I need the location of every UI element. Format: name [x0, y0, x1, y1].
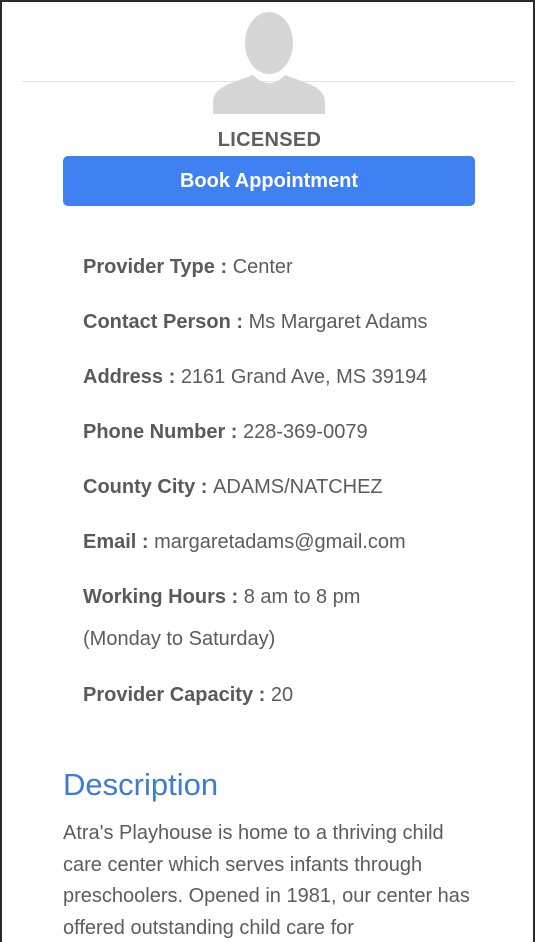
- detail-label: County City: [83, 476, 196, 498]
- detail-value: 2161 Grand Ave, MS 39194: [180, 366, 428, 388]
- detail-provider-type: Provider Type : Center: [83, 256, 293, 279]
- detail-label: Provider Type: [83, 256, 215, 278]
- detail-separator: :: [195, 476, 213, 498]
- provider-profile-card: LICENSED Book Appointment Provider Type …: [0, 0, 535, 942]
- phone-link[interactable]: 228-369-0079: [243, 421, 368, 443]
- detail-separator: :: [214, 256, 233, 278]
- detail-separator: :: [225, 586, 244, 608]
- detail-label: Email: [83, 531, 137, 553]
- detail-separator: :: [225, 421, 244, 443]
- user-avatar-icon: [213, 12, 325, 114]
- detail-separator: :: [253, 684, 271, 706]
- detail-label: Contact Person: [83, 311, 231, 333]
- detail-label: Phone Number: [83, 421, 226, 443]
- detail-provider-capacity: Provider Capacity : 20: [83, 684, 293, 707]
- detail-value: ADAMS/NATCHEZ: [213, 476, 383, 498]
- detail-phone-number: Phone Number : 228-369-0079: [83, 421, 368, 444]
- book-appointment-button[interactable]: Book Appointment: [63, 156, 475, 206]
- detail-value: 8 am to 8 pm: [243, 586, 361, 608]
- detail-value: Center: [232, 256, 293, 278]
- email-link[interactable]: margaretadams@gmail.com: [154, 531, 406, 553]
- detail-email: Email : margaretadams@gmail.com: [83, 531, 406, 554]
- detail-label: Provider Capacity: [83, 684, 254, 706]
- detail-value: 20: [270, 684, 294, 706]
- description-heading: Description: [63, 767, 219, 802]
- detail-separator: :: [230, 311, 249, 333]
- detail-separator: :: [163, 366, 181, 388]
- detail-contact-person: Contact Person : Ms Margaret Adams: [83, 311, 428, 334]
- detail-value: Ms Margaret Adams: [248, 311, 428, 333]
- license-status: LICENSED: [217, 129, 322, 151]
- detail-label: Working Hours: [83, 586, 226, 608]
- detail-address: Address : 2161 Grand Ave, MS 39194: [83, 366, 427, 389]
- detail-working-hours: Working Hours : 8 am to 8 pm: [83, 586, 360, 609]
- description-text: Atra's Playhouse is home to a thriving c…: [63, 822, 470, 939]
- detail-separator: :: [136, 531, 155, 553]
- detail-county-city: County City : ADAMS/NATCHEZ: [83, 476, 383, 499]
- detail-label: Address: [83, 366, 164, 388]
- working-days: (Monday to Saturday): [83, 628, 276, 650]
